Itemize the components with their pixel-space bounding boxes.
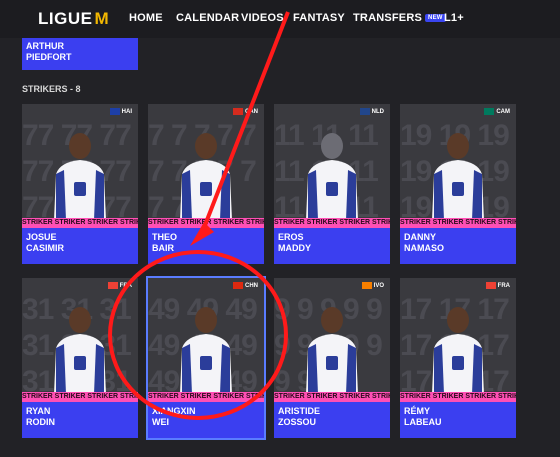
country-flag: CAN	[233, 108, 258, 115]
new-badge: NEW	[425, 14, 446, 23]
country-flag: IVO	[361, 282, 384, 289]
top-navigation-bar: LIGUE M HOME CALENDAR VIDEOS FANTASY TRAN…	[0, 0, 560, 38]
position-strip: STRIKER STRIKER STRIKER STRIKER STRIKER	[400, 218, 516, 228]
player-photo	[180, 133, 232, 220]
player-card-zossou[interactable]: 9 9 9 9 9 9 9 9 9 9 9 9 IVO STRIKER STRI…	[274, 278, 390, 438]
nav-fantasy[interactable]: FANTASY	[293, 12, 345, 24]
position-strip: STRIKER STRIKER STRIKER STRIKER STRIKER	[274, 218, 390, 228]
player-card-previous[interactable]: ARTHUR PIEDFORT	[22, 38, 138, 70]
nav-home[interactable]: HOME	[129, 12, 163, 24]
position-strip: STRIKER STRIKER STRIKER STRIKER STRIKER	[148, 392, 264, 402]
player-photo	[54, 133, 106, 220]
nav-calendar[interactable]: CALENDAR	[176, 12, 239, 24]
flag-icon	[233, 108, 243, 115]
player-name-box: XIANGXIN WEI	[148, 402, 264, 438]
player-name: ARTHUR PIEDFORT	[26, 41, 72, 62]
flag-icon	[361, 282, 372, 289]
player-name-box: RÉMY LABEAU	[400, 402, 516, 438]
position-strip: STRIKER STRIKER STRIKER STRIKER STRIKER	[22, 392, 138, 402]
flag-icon	[233, 282, 243, 289]
player-card-maddy[interactable]: 11 11 11 11 11 11 11 11 11 11 11 11 NLD …	[274, 104, 390, 264]
player-name: EROS MADDY	[278, 232, 311, 253]
player-photo	[180, 307, 232, 394]
country-flag: NLD	[359, 108, 384, 115]
position-strip: STRIKER STRIKER STRIKER STRIKER STRIKER	[274, 392, 390, 402]
flag-icon	[107, 282, 118, 289]
player-name: DANNY NAMASO	[404, 232, 444, 253]
country-flag: FRA	[485, 282, 510, 289]
player-photo	[306, 133, 358, 220]
nav-transfers[interactable]: TRANSFERS NEW	[353, 12, 446, 24]
country-flag: CAM	[484, 108, 510, 115]
player-name: JOSUE CASIMIR	[26, 232, 64, 253]
player-card-namaso[interactable]: 19 19 19 19 19 19 19 19 19 19 19 19 CAM …	[400, 104, 516, 264]
country-flag: FRA	[107, 282, 132, 289]
nav-l1-plus[interactable]: L1+	[444, 12, 464, 24]
player-card-bair[interactable]: 7 7 7 7 7 7 7 7 7 7 7 7 CAN STRIKER STRI…	[148, 104, 264, 264]
flag-icon	[359, 108, 370, 115]
player-card-rodin[interactable]: 31 31 31 31 31 31 31 31 31 31 31 31 FRA …	[22, 278, 138, 438]
player-name: RYAN RODIN	[26, 406, 55, 427]
country-flag: CHN	[233, 282, 258, 289]
player-card-casimir[interactable]: 77 77 77 77 77 77 77 77 77 77 77 77 HAI …	[22, 104, 138, 264]
player-photo	[432, 307, 484, 394]
player-name-box: EROS MADDY	[274, 228, 390, 264]
player-photo	[54, 307, 106, 394]
flag-icon	[484, 108, 495, 115]
player-name-box: JOSUE CASIMIR	[22, 228, 138, 264]
player-photo	[432, 133, 484, 220]
ligue1-logo[interactable]: LIGUE M	[38, 9, 109, 29]
mcdonalds-logo-icon: M	[94, 9, 110, 28]
player-name-box: THEO BAIR	[148, 228, 264, 264]
player-photo	[306, 307, 358, 394]
player-name-box: DANNY NAMASO	[400, 228, 516, 264]
position-strip: STRIKER STRIKER STRIKER STRIKER STRIKER	[148, 218, 264, 228]
player-card-labeau[interactable]: 17 17 17 17 17 17 17 17 17 17 17 17 FRA …	[400, 278, 516, 438]
player-name: ARISTIDE ZOSSOU	[278, 406, 321, 427]
nav-videos[interactable]: VIDEOS	[241, 12, 284, 24]
section-title-strikers: STRIKERS - 8	[22, 84, 81, 94]
player-name: RÉMY LABEAU	[404, 406, 442, 427]
player-name-box: RYAN RODIN	[22, 402, 138, 438]
position-strip: STRIKER STRIKER STRIKER STRIKER STRIKER	[400, 392, 516, 402]
player-name: THEO BAIR	[152, 232, 178, 253]
flag-icon	[109, 108, 120, 115]
player-name-box: ARISTIDE ZOSSOU	[274, 402, 390, 438]
flag-icon	[485, 282, 496, 289]
player-name: XIANGXIN WEI	[152, 406, 196, 427]
player-card-wei[interactable]: 49 49 49 49 49 49 49 49 49 49 49 49 CHN …	[146, 276, 266, 440]
country-flag: HAI	[109, 108, 132, 115]
position-strip: STRIKER STRIKER STRIKER STRIKER STRIKER	[22, 218, 138, 228]
